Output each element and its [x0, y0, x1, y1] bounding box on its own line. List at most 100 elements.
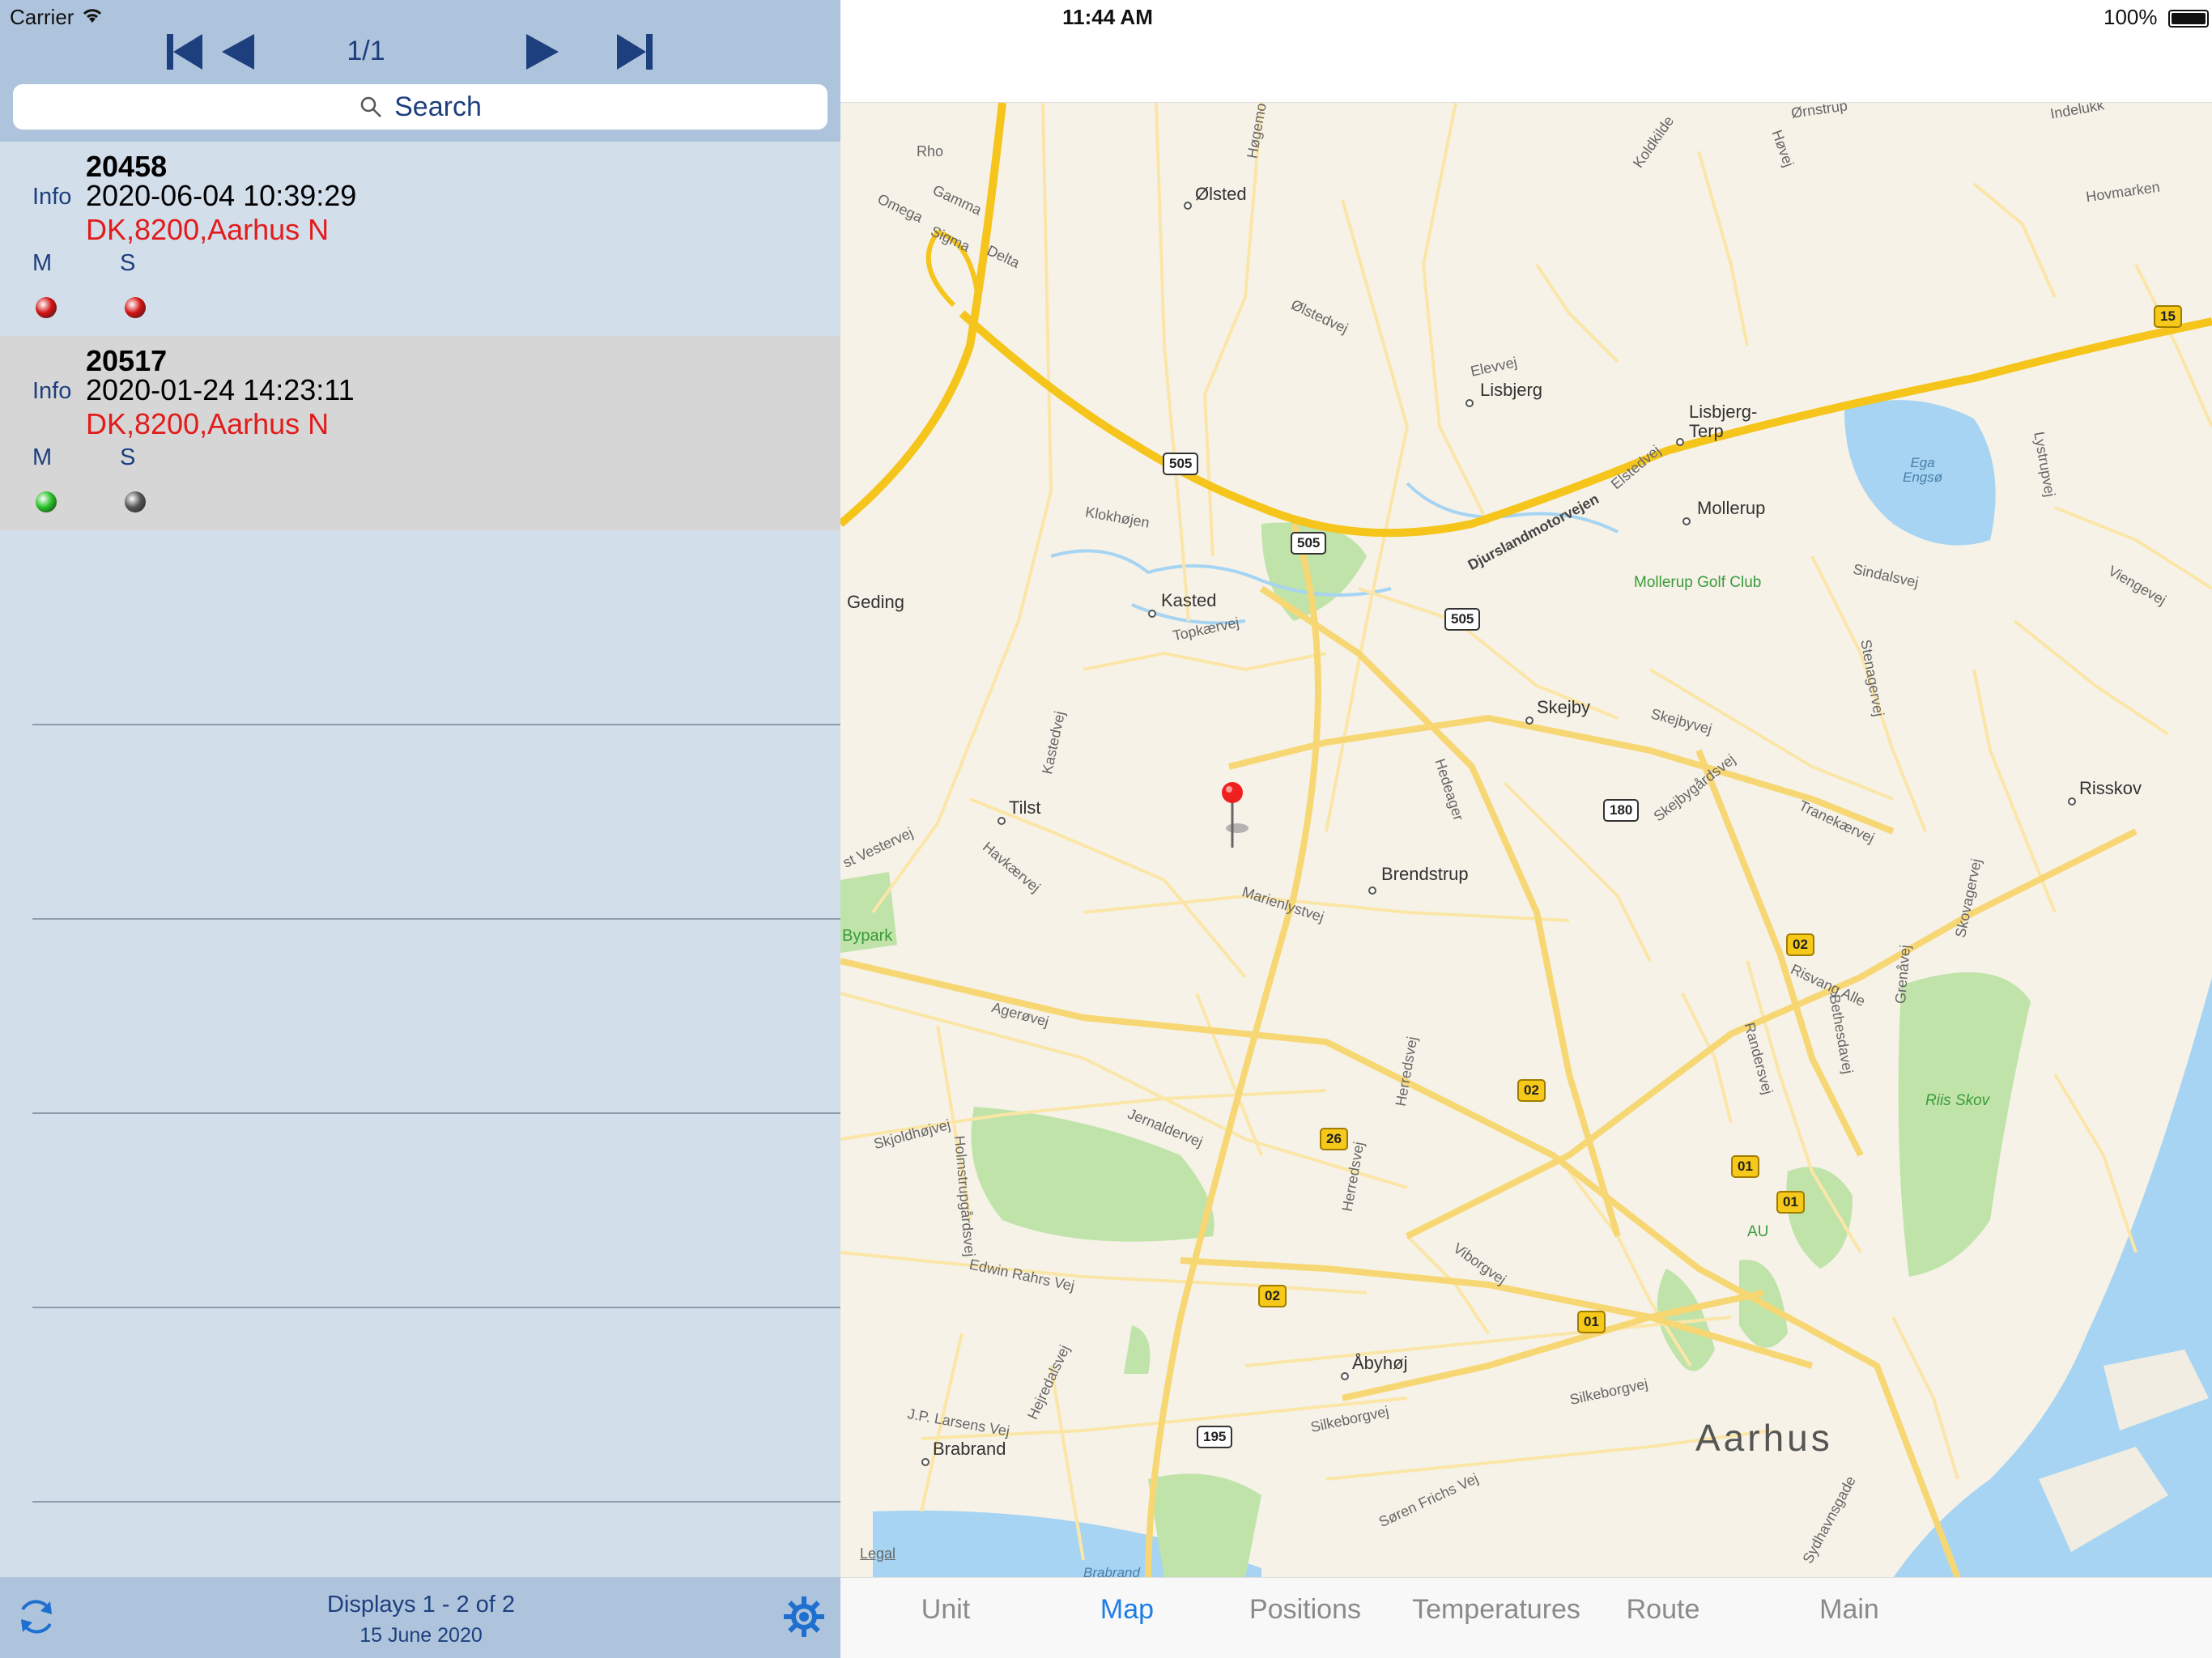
place-dot: [2068, 797, 2076, 806]
tab-main[interactable]: Main: [1768, 1594, 1930, 1626]
road-shield-15: 15: [2154, 305, 2182, 328]
place-dot: [1525, 716, 1534, 725]
skip-first-icon: [167, 34, 202, 70]
previous-page-button[interactable]: [214, 29, 259, 74]
footer-date: 15 June 2020: [359, 1624, 483, 1647]
place-dot: [1341, 1372, 1349, 1380]
place-brabrand: Brabrand: [933, 1439, 1006, 1459]
place-dot: [1676, 438, 1684, 446]
tab-map[interactable]: Map: [1046, 1594, 1208, 1626]
row-divider: [32, 1501, 840, 1503]
place-dot: [1148, 610, 1156, 618]
refresh-button[interactable]: [15, 1595, 58, 1639]
map-pin-icon[interactable]: [1218, 775, 1250, 856]
m-status-dot: [36, 491, 57, 512]
place-bypark: Bypark: [842, 927, 893, 945]
place-geding: Geding: [847, 592, 904, 612]
place-ega-engso: Ega Engsø: [1903, 455, 1943, 485]
place-lisbjerg: Lisbjerg: [1480, 380, 1543, 400]
place-mollerup-golf-club: Mollerup Golf Club: [1634, 574, 1762, 591]
gear-icon: [784, 1596, 824, 1637]
search-input[interactable]: Search: [13, 84, 827, 130]
record-timestamp: 2020-01-24 14:23:11: [86, 373, 355, 406]
place-olsted: Ølsted: [1195, 184, 1247, 204]
place-risskov: Risskov: [2079, 778, 2142, 798]
display-count: Displays 1 - 2 of 2: [326, 1592, 516, 1618]
place-dot: [998, 817, 1006, 825]
tab-temperatures[interactable]: Temperatures: [1399, 1594, 1593, 1626]
record-location: DK,8200,Aarhus N: [86, 213, 330, 246]
next-page-button[interactable]: [521, 29, 567, 74]
road-shield-180: 180: [1603, 799, 1640, 822]
record-list: 20458 Info 2020-06-04 10:39:29 DK,8200,A…: [0, 142, 840, 530]
row-divider: [32, 724, 840, 725]
map-legal-link[interactable]: Legal: [860, 1545, 895, 1562]
map-canvas: [840, 103, 2212, 1577]
record-location: DK,8200,Aarhus N: [86, 407, 330, 440]
tab-positions[interactable]: Positions: [1224, 1594, 1386, 1626]
place-brendstrup: Brendstrup: [1381, 864, 1469, 884]
status-bar-left: Carrier: [10, 5, 104, 30]
place-au: AU: [1747, 1223, 1769, 1240]
search-icon: [360, 96, 382, 117]
m-status-dot: [36, 297, 57, 318]
road-shield-505: 505: [1163, 453, 1199, 475]
status-time: 11:44 AM: [1062, 5, 1153, 29]
battery-percent: 100%: [2104, 5, 2158, 29]
carrier-label: Carrier: [10, 5, 74, 29]
triangle-right-icon: [526, 34, 559, 70]
road-shield-195: 195: [1197, 1426, 1233, 1448]
info-button[interactable]: Info: [32, 378, 71, 405]
place-dot: [1368, 886, 1376, 895]
unit-list-panel: Carrier 1/1 Search 20458 Info 2020-06-04…: [0, 0, 840, 1658]
m-label: M: [32, 250, 53, 276]
s-status-dot: [125, 297, 146, 318]
place-mollerup: Mollerup: [1697, 498, 1766, 518]
tab-bar: Unit Map Positions Temperatures Route Ma…: [840, 1577, 2212, 1658]
settings-button[interactable]: [782, 1595, 826, 1639]
row-divider: [32, 918, 840, 920]
s-label: S: [120, 444, 136, 470]
list-item[interactable]: 20517 Info 2020-01-24 14:23:11 DK,8200,A…: [0, 336, 840, 530]
place-dot: [1184, 202, 1192, 210]
place-dot: [1465, 399, 1474, 407]
battery-indicator: 100%: [2104, 5, 2209, 30]
place-aarhus: Aarhus: [1695, 1417, 1833, 1459]
battery-icon: [2167, 10, 2209, 28]
s-label: S: [120, 250, 136, 276]
road-shield-02: 02: [1517, 1079, 1546, 1102]
tab-unit[interactable]: Unit: [865, 1594, 1027, 1626]
row-divider: [32, 1112, 840, 1114]
road-shield-01: 01: [1577, 1311, 1606, 1333]
place-abyhoj: Åbyhøj: [1352, 1353, 1408, 1373]
record-timestamp: 2020-06-04 10:39:29: [86, 179, 357, 212]
triangle-left-icon: [222, 34, 254, 70]
tab-route[interactable]: Route: [1582, 1594, 1744, 1626]
search-placeholder: Search: [394, 91, 482, 122]
skip-last-icon: [617, 34, 653, 70]
map-view[interactable]: Ølsted Lisbjerg Lisbjerg- Terp Mollerup …: [840, 102, 2212, 1577]
place-lisbjerg-terp: Lisbjerg- Terp: [1689, 402, 1758, 441]
road-shield-26: 26: [1320, 1128, 1348, 1150]
list-item[interactable]: 20458 Info 2020-06-04 10:39:29 DK,8200,A…: [0, 142, 840, 336]
road-shield-01: 01: [1776, 1191, 1805, 1214]
place-skejby: Skejby: [1537, 697, 1591, 717]
road-shield-01: 01: [1731, 1155, 1759, 1178]
place-rho: Rho: [917, 143, 944, 159]
refresh-icon: [21, 1600, 52, 1634]
place-riis-skov: Riis Skov: [1925, 1092, 1990, 1109]
row-divider: [32, 1307, 840, 1308]
list-header: Carrier 1/1 Search: [0, 0, 840, 142]
wifi-icon: [80, 5, 104, 30]
list-footer: Displays 1 - 2 of 2 15 June 2020: [0, 1577, 840, 1658]
road-shield-505: 505: [1444, 608, 1481, 631]
info-button[interactable]: Info: [32, 184, 71, 210]
road-shield-02: 02: [1786, 933, 1814, 956]
first-page-button[interactable]: [162, 29, 207, 74]
last-page-button[interactable]: [612, 29, 657, 74]
road-shield-505: 505: [1291, 532, 1327, 555]
s-status-dot: [125, 491, 146, 512]
page-indicator: 1/1: [347, 36, 385, 66]
detail-panel: 11:44 AM 100% Ølsted Lisbjerg Lisbjerg- …: [840, 0, 2212, 1658]
place-kasted: Kasted: [1161, 590, 1217, 610]
